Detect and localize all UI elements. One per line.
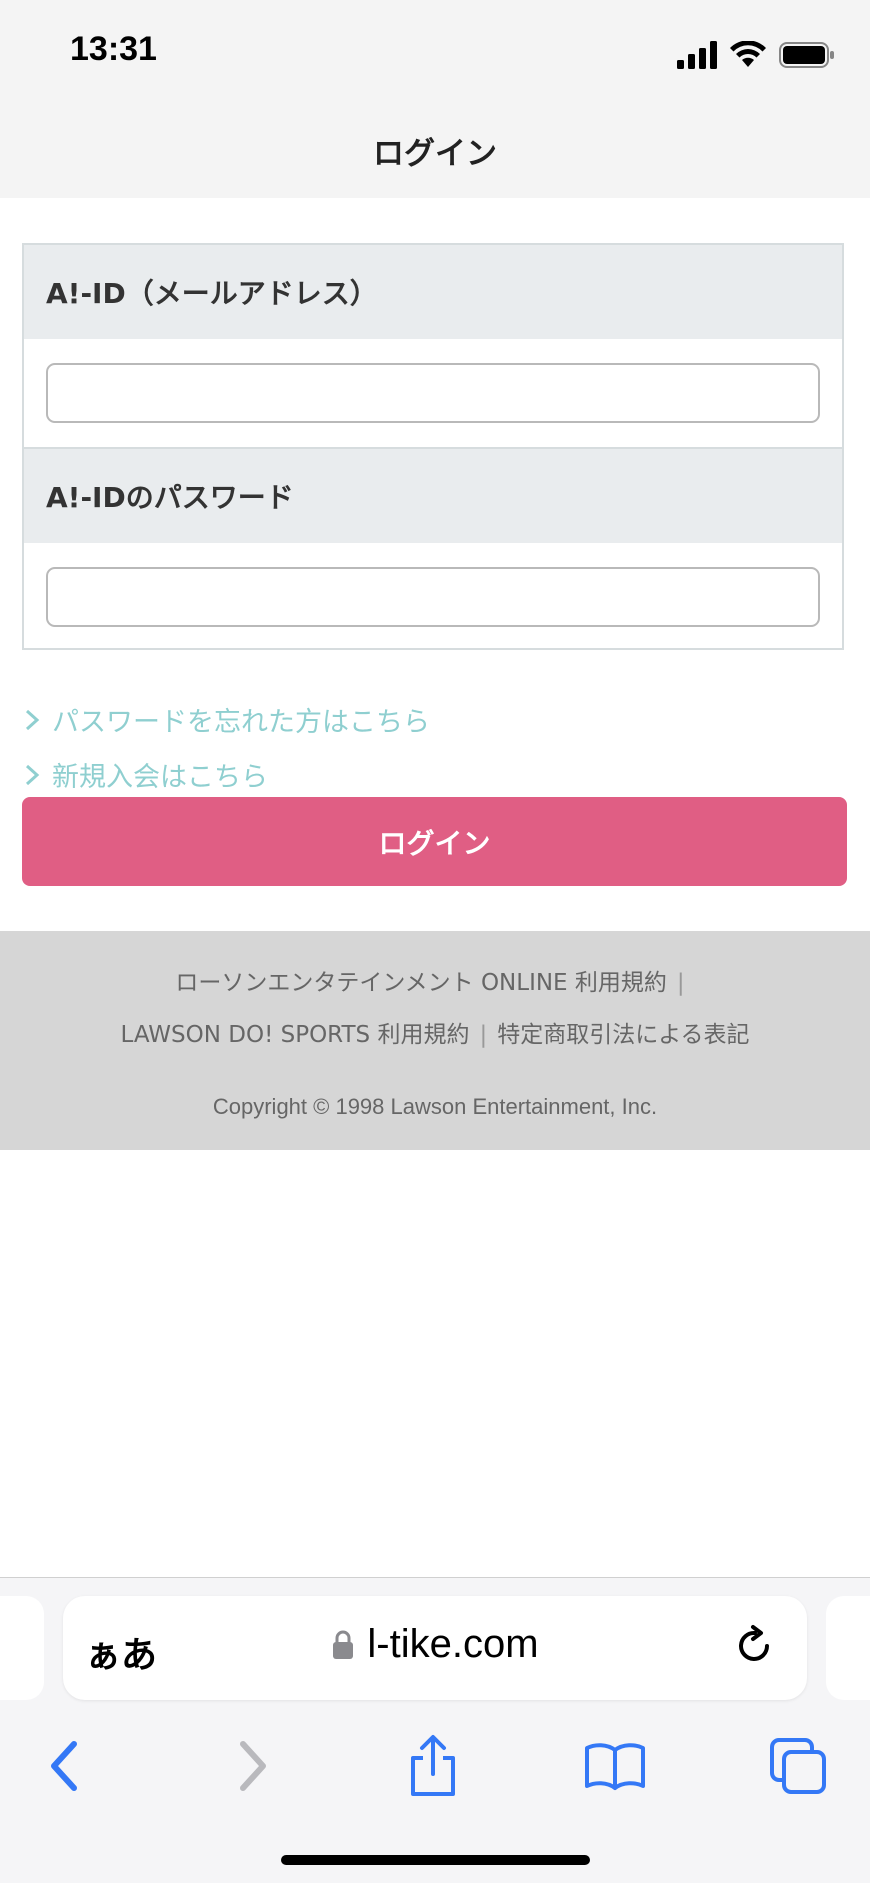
browser-bottom-bar: ぁあ l-tike.com (0, 1578, 870, 1883)
email-field[interactable] (46, 363, 820, 423)
register-link[interactable]: 新規入会はこちら (22, 755, 268, 794)
footer: ローソンエンタテインメント ONLINE 利用規約 | LAWSON DO! SP… (0, 931, 870, 1150)
share-button[interactable] (393, 1726, 473, 1806)
forward-button[interactable] (213, 1726, 293, 1806)
reload-icon[interactable] (733, 1624, 777, 1672)
footer-line-1: ローソンエンタテインメント ONLINE 利用規約 | (0, 963, 870, 997)
chevron-left-icon (51, 1741, 77, 1791)
address-bar[interactable]: ぁあ l-tike.com (63, 1596, 807, 1700)
chevron-right-icon (25, 709, 40, 730)
footer-line-2: LAWSON DO! SPORTS 利用規約 | 特定商取引法による表記 (0, 1015, 870, 1049)
tabs-button[interactable] (758, 1726, 838, 1806)
browser-toolbar (0, 1726, 870, 1806)
email-field-wrap (24, 339, 842, 447)
chevron-right-icon (25, 764, 40, 785)
forgot-password-label: パスワードを忘れた方はこちら (52, 707, 430, 738)
email-label: A!-ID（メールアドレス） (24, 245, 842, 339)
password-label: A!-IDのパスワード (24, 449, 842, 543)
url-display: l-tike.com (63, 1622, 807, 1667)
login-button[interactable]: ログイン (22, 797, 847, 886)
password-field-wrap (24, 543, 842, 651)
footer-commerce-law-link[interactable]: 特定商取引法による表記 (497, 1022, 749, 1048)
password-field[interactable] (46, 567, 820, 627)
status-time: 13:31 (70, 30, 157, 68)
register-label: 新規入会はこちら (52, 762, 268, 793)
status-icons (677, 38, 835, 72)
login-form: A!-ID（メールアドレス） A!-IDのパスワード (22, 243, 844, 650)
home-indicator (281, 1855, 590, 1865)
tabs-icon (770, 1738, 826, 1794)
forgot-password-link[interactable]: パスワードを忘れた方はこちら (22, 700, 430, 739)
battery-icon (779, 42, 834, 68)
footer-terms-sports-link[interactable]: LAWSON DO! SPORTS 利用規約 (120, 1022, 469, 1048)
footer-separator: | (676, 970, 685, 996)
url-text: l-tike.com (367, 1622, 539, 1666)
chevron-right-icon (240, 1741, 266, 1791)
lock-icon (333, 1630, 354, 1659)
cellular-signal-icon (677, 41, 717, 69)
page-title: ログイン (373, 136, 497, 172)
footer-terms-online-link[interactable]: ローソンエンタテインメント ONLINE 利用規約 (175, 970, 667, 996)
share-icon (411, 1735, 455, 1796)
footer-separator: | (479, 1022, 488, 1048)
status-bar: 13:31 (0, 0, 870, 110)
bookmarks-button[interactable] (575, 1726, 655, 1806)
page-header: ログイン (0, 110, 870, 198)
previous-tab-preview[interactable] (0, 1596, 44, 1700)
book-icon (585, 1743, 645, 1790)
back-button[interactable] (24, 1726, 104, 1806)
copyright: Copyright © 1998 Lawson Entertainment, I… (212, 1094, 658, 1119)
wifi-icon (730, 41, 766, 67)
next-tab-preview[interactable] (826, 1596, 870, 1700)
